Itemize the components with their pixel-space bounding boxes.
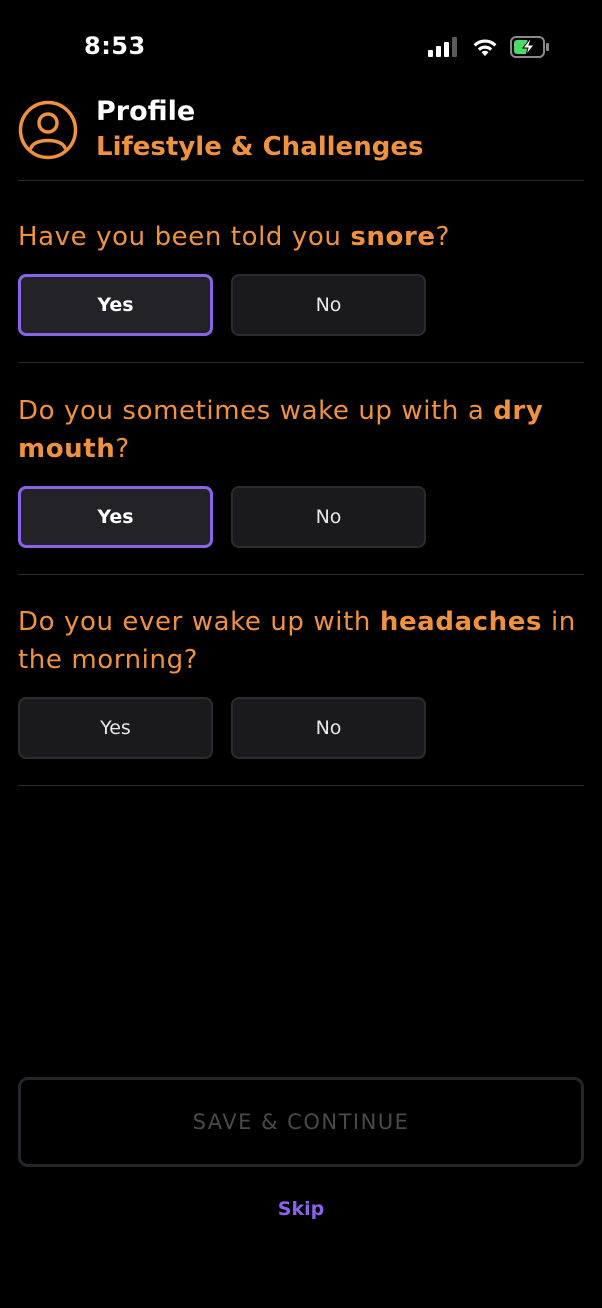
no-button[interactable]: No [231, 697, 426, 759]
answer-options: Yes No [18, 486, 584, 548]
no-button[interactable]: No [231, 486, 426, 548]
question-text: Do you ever wake up with headaches in th… [18, 607, 576, 675]
answer-options: Yes No [18, 697, 584, 759]
page-title: Profile [96, 96, 196, 127]
save-continue-button[interactable]: SAVE & CONTINUE [18, 1077, 584, 1167]
page-subtitle: Lifestyle & Challenges [96, 132, 424, 162]
cellular-signal-icon [428, 37, 460, 57]
no-button[interactable]: No [231, 274, 426, 336]
divider [18, 180, 584, 181]
question-dry-mouth: Do you sometimes wake up with a dry mout… [18, 392, 584, 548]
divider [18, 574, 584, 575]
status-bar: 8:53 [0, 0, 602, 96]
status-time: 8:53 [84, 32, 146, 60]
question-text: Do you sometimes wake up with a dry mout… [18, 396, 544, 464]
wifi-icon [472, 37, 498, 57]
status-icons [428, 36, 550, 58]
user-avatar-icon [18, 100, 78, 160]
yes-button[interactable]: Yes [18, 274, 213, 336]
skip-link[interactable]: Skip [0, 1198, 602, 1220]
yes-button[interactable]: Yes [18, 697, 213, 759]
question-snore: Have you been told you snore? Yes No [18, 218, 584, 336]
question-headaches: Do you ever wake up with headaches in th… [18, 603, 584, 759]
battery-charging-icon [510, 36, 550, 58]
question-text: Have you been told you snore? [18, 222, 451, 252]
profile-header: Profile Lifestyle & Challenges [18, 96, 584, 180]
yes-button[interactable]: Yes [18, 486, 213, 548]
answer-options: Yes No [18, 274, 584, 336]
divider [18, 785, 584, 786]
divider [18, 362, 584, 363]
